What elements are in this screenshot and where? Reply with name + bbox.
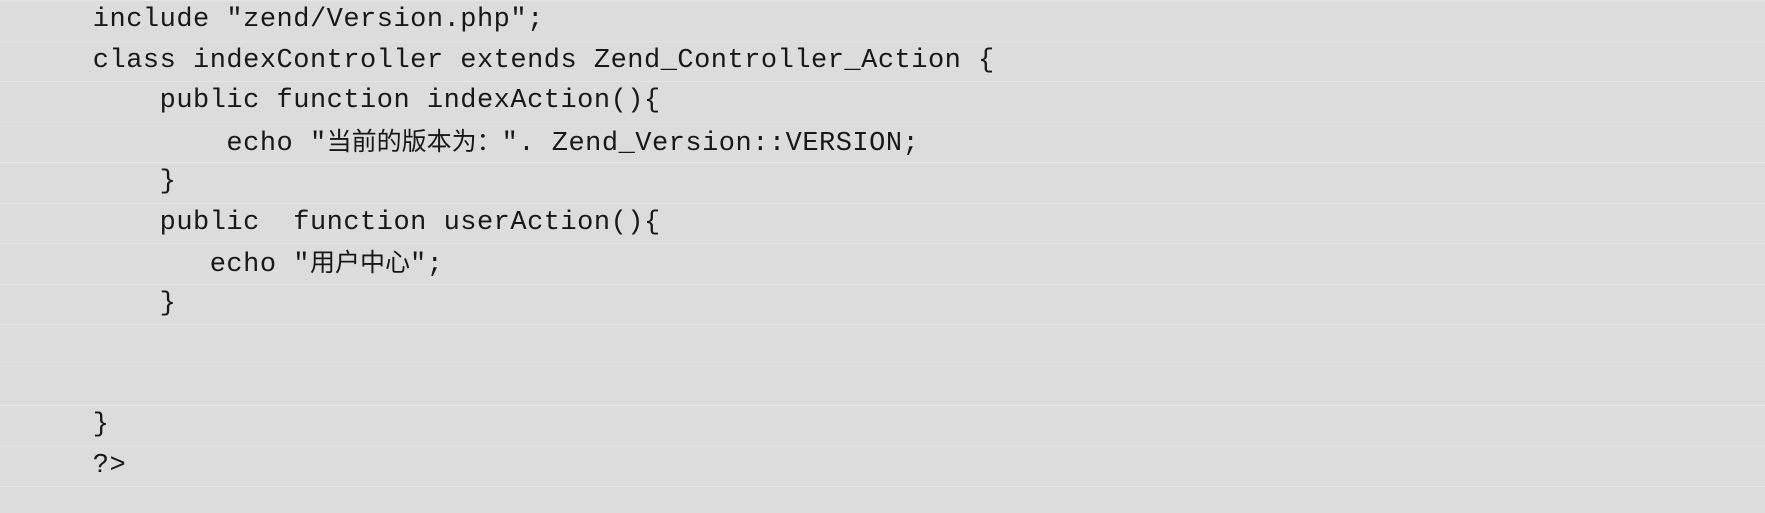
- cjk-text: 用户中心: [309, 248, 410, 277]
- code-line: ?>: [26, 450, 127, 481]
- cjk-text: 当前的版本为：: [326, 126, 502, 156]
- code-line: public function indexAction(){: [26, 86, 661, 116]
- code-line: include "zend/Version.php";: [26, 5, 544, 35]
- code-line: public function userAction(){: [26, 207, 661, 238]
- code-block: include "zend/Version.php"; class indexC…: [0, 0, 1765, 513]
- code-line: echo "当前的版本为：". Zend_Version::VERSION;: [26, 126, 920, 159]
- code-line: }: [26, 410, 110, 440]
- code-listing-screenshot: include "zend/Version.php"; class indexC…: [0, 0, 1765, 513]
- code-line: }: [26, 167, 177, 197]
- code-line: class indexController extends Zend_Contr…: [26, 45, 995, 76]
- code-line: }: [26, 288, 177, 319]
- code-line: echo "用户中心";: [26, 248, 444, 280]
